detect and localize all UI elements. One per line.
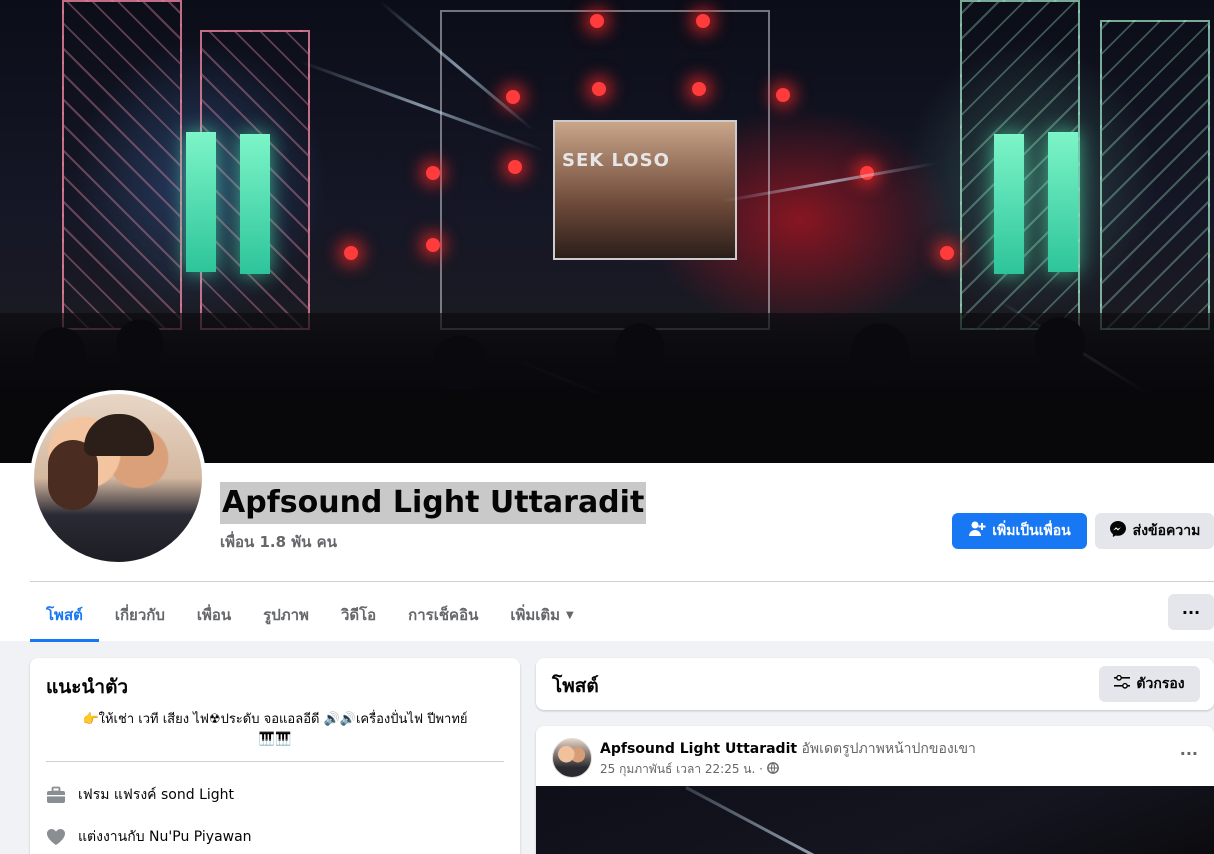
- intro-bio: 👉ให้เช่า เวที เสียง ไฟ☢ประดับ จอแอลอีดี …: [46, 710, 504, 750]
- stage-light: [696, 14, 710, 28]
- tab-more[interactable]: เพิ่มเติม ▼: [494, 588, 589, 642]
- cover-photo[interactable]: SEK LOSO: [0, 0, 1214, 463]
- relationship-row: แต่งงานกับ Nu'Pu Piyawan: [46, 826, 252, 848]
- post-timestamp[interactable]: 25 กุมภาพันธ์ เวลา 22:25 น. ·: [600, 760, 763, 779]
- profile-avatar[interactable]: [30, 390, 206, 566]
- stage-light: [692, 82, 706, 96]
- post-author-avatar[interactable]: [552, 738, 592, 778]
- stage-screen: [553, 120, 737, 260]
- header-divider: [30, 581, 1214, 582]
- intro-title: แนะนำตัว: [46, 676, 129, 698]
- profile-more-button[interactable]: ···: [1168, 594, 1214, 630]
- posts-title: โพสต์: [552, 675, 599, 697]
- relationship-text: แต่งงานกับ Nu'Pu Piyawan: [78, 826, 252, 848]
- led-panel: [1048, 132, 1078, 272]
- led-panel: [186, 132, 216, 272]
- avatar-detail: [84, 414, 154, 456]
- stage-light: [508, 160, 522, 174]
- posts-header-card: โพสต์ ตัวกรอง: [536, 658, 1214, 710]
- tab-more-label: เพิ่มเติม: [510, 606, 561, 624]
- stage-light: [590, 14, 604, 28]
- stage-light: [506, 90, 520, 104]
- messenger-icon: [1109, 520, 1127, 542]
- message-label: ส่งข้อความ: [1132, 523, 1201, 539]
- stage-light: [940, 246, 954, 260]
- tab-about[interactable]: เกี่ยวกับ: [99, 588, 181, 642]
- stage-light: [426, 166, 440, 180]
- post-header: Apfsound Light Uttaradit อัพเดตรูปภาพหน้…: [600, 738, 976, 760]
- stage-light: [344, 246, 358, 260]
- led-panel: [240, 134, 270, 274]
- friends-count[interactable]: เพื่อน 1.8 พัน คน: [220, 530, 337, 554]
- add-friend-icon: [968, 520, 986, 542]
- tab-videos[interactable]: วิดีโอ: [325, 588, 392, 642]
- add-friend-label: เพิ่มเป็นเพื่อน: [992, 523, 1071, 539]
- tab-photos[interactable]: รูปภาพ: [247, 588, 325, 642]
- message-button[interactable]: ส่งข้อความ: [1095, 513, 1214, 549]
- stage-light: [426, 238, 440, 252]
- briefcase-icon: [46, 785, 66, 805]
- stage-light: [776, 88, 790, 102]
- heart-icon: [46, 827, 66, 847]
- filter-label: ตัวกรอง: [1136, 676, 1185, 692]
- work-row: เฟรม แฟรงค์ sond Light: [46, 784, 234, 806]
- post-meta: 25 กุมภาพันธ์ เวลา 22:25 น. ·: [600, 760, 779, 779]
- light-beam: [685, 786, 864, 854]
- filter-button[interactable]: ตัวกรอง: [1099, 666, 1200, 702]
- post-image[interactable]: [536, 786, 1214, 854]
- post-author-name[interactable]: Apfsound Light Uttaradit: [600, 741, 797, 757]
- bio-line: 🎹🎹: [258, 732, 292, 747]
- tab-friends[interactable]: เพื่อน: [181, 588, 247, 642]
- work-text[interactable]: เฟรม แฟรงค์ sond Light: [78, 784, 234, 806]
- caret-down-icon: ▼: [566, 609, 574, 621]
- post-card: Apfsound Light Uttaradit อัพเดตรูปภาพหน้…: [536, 726, 1214, 854]
- tab-posts[interactable]: โพสต์: [30, 588, 99, 642]
- bio-line: 👉ให้เช่า เวที เสียง ไฟ☢ประดับ จอแอลอีดี …: [82, 712, 468, 727]
- led-panel: [994, 134, 1024, 274]
- tab-checkins[interactable]: การเช็คอิน: [392, 588, 494, 642]
- post-more-button[interactable]: ···: [1180, 744, 1198, 763]
- add-friend-button[interactable]: เพิ่มเป็นเพื่อน: [952, 513, 1087, 549]
- right-truss-2: [1100, 20, 1210, 330]
- stage-screen-text: SEK LOSO: [562, 150, 670, 171]
- intro-card: แนะนำตัว 👉ให้เช่า เวที เสียง ไฟ☢ประดับ จ…: [30, 658, 520, 854]
- post-action-text: อัพเดตรูปภาพหน้าปกของเขา: [797, 741, 976, 757]
- profile-name: Apfsound Light Uttaradit: [220, 482, 647, 524]
- stage-light: [592, 82, 606, 96]
- left-truss: [62, 0, 182, 330]
- avatar-image: [34, 394, 202, 562]
- spouse-link[interactable]: Nu'Pu Piyawan: [149, 829, 252, 845]
- globe-icon: [767, 762, 779, 777]
- intro-divider: [46, 761, 504, 762]
- relationship-prefix: แต่งงานกับ: [78, 829, 150, 845]
- profile-tabs: โพสต์ เกี่ยวกับ เพื่อน รูปภาพ วิดีโอ การ…: [30, 588, 590, 642]
- filter-icon: [1114, 674, 1131, 693]
